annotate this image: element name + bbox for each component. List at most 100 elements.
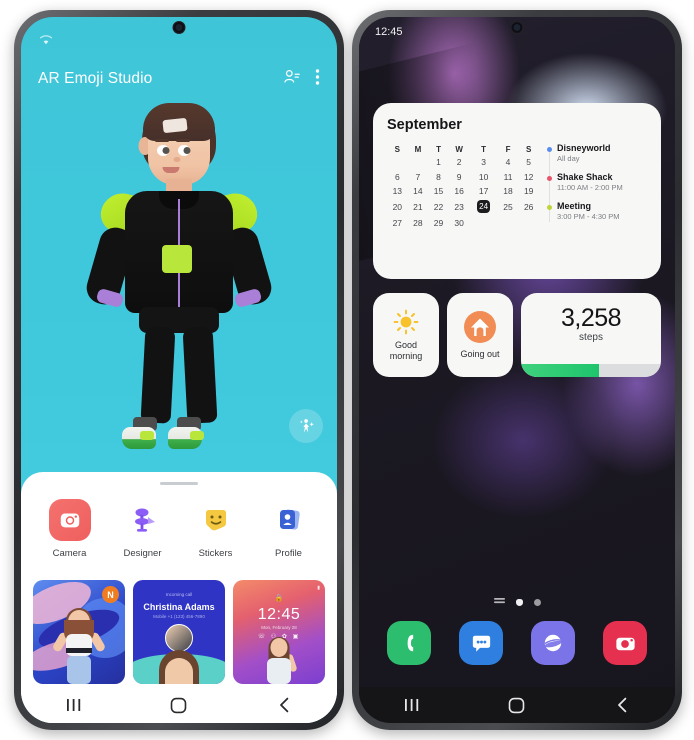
person-list-icon[interactable] — [283, 68, 301, 91]
calendar-day-cell[interactable]: 21 — [408, 198, 429, 215]
calendar-event[interactable]: Shake Shack 11:00 AM - 2:00 PM — [547, 172, 647, 192]
home-icon[interactable] — [490, 692, 544, 718]
contact-card[interactable]: Incoming call Christina Adams Mobile +1 … — [133, 580, 225, 684]
camera-app[interactable] — [603, 621, 647, 665]
calendar-day-cell[interactable]: 10 — [469, 169, 497, 183]
event-time: All day — [557, 154, 580, 163]
greeting-widget[interactable]: Good morning — [373, 293, 439, 377]
home-icon[interactable] — [152, 692, 206, 718]
dock — [359, 621, 675, 665]
apps-list-icon[interactable] — [493, 593, 505, 611]
app-shortcut-stickers[interactable]: Stickers — [183, 499, 249, 559]
calendar-day-cell[interactable]: 19 — [518, 184, 539, 198]
status-bar-time: 12:45 — [375, 26, 403, 38]
calendar-day-cell[interactable]: 26 — [518, 198, 539, 215]
calendar-day-cell[interactable]: 15 — [428, 184, 449, 198]
more-vertical-icon[interactable] — [315, 68, 320, 91]
calendar-widget[interactable]: September SMTWTFS 1 2 3 4 5 6 7 8 9 10 11 12 13 14 15 1… — [373, 103, 661, 279]
back-icon[interactable] — [595, 692, 649, 718]
calendar-month-label: September — [387, 117, 462, 133]
calendar-event[interactable]: Meeting 3:00 PM - 4:30 PM — [547, 201, 647, 221]
card-avatar-face — [165, 658, 193, 684]
avatar-jeans — [67, 656, 91, 684]
app-shortcut-designer[interactable]: Designer — [110, 499, 176, 559]
event-title: Meeting — [557, 201, 592, 211]
calendar-day-cell[interactable]: 7 — [408, 169, 429, 183]
lock-screen-card[interactable]: ▮ 🔒 12:45 Mon, February 28 ☏ ⚇ ✿ ▣ — [233, 580, 325, 684]
recents-icon[interactable] — [385, 692, 439, 718]
calendar-day-cell[interactable]: 11 — [498, 169, 519, 183]
event-color-dot — [547, 147, 552, 152]
phone-app[interactable] — [387, 621, 431, 665]
event-time: 3:00 PM - 4:30 PM — [557, 212, 620, 221]
calendar-weekday: T — [481, 144, 487, 154]
calendar-week-row: 27 28 29 30 — [387, 216, 539, 230]
calendar-day-cell[interactable]: 22 — [428, 198, 449, 215]
page-indicator-row — [359, 593, 675, 611]
card-title: Christina Adams — [143, 602, 215, 612]
left-phone-screen: AR Emoji Studio Camera Designer Stickers… — [21, 17, 337, 723]
calendar-day-cell[interactable]: 27 — [387, 216, 408, 230]
avatar-pupil-left — [162, 147, 170, 154]
calendar-day-cell[interactable]: 13 — [387, 184, 408, 198]
steps-widget[interactable]: 3,258 steps — [521, 293, 661, 377]
calendar-weekday: S — [394, 144, 400, 154]
home-dot[interactable] — [515, 598, 523, 606]
calendar-grid[interactable]: SMTWTFS 1 2 3 4 5 6 7 8 9 10 11 12 13 14 15 16 17 18 19 20 2… — [387, 143, 539, 230]
recents-icon[interactable] — [47, 692, 101, 718]
avatar-leg-left — [140, 326, 176, 424]
page-dot[interactable] — [533, 598, 541, 606]
calendar-day-cell[interactable]: 20 — [387, 198, 408, 215]
steps-progress-fill — [521, 364, 600, 377]
calendar-day-cell[interactable]: 8 — [428, 169, 449, 183]
avatar-wallpaper-card[interactable]: N — [33, 580, 125, 684]
calendar-day-cell[interactable]: 24 — [469, 198, 497, 215]
greeting-label: Good morning — [389, 340, 423, 361]
calendar-day-cell[interactable]: 28 — [408, 216, 429, 230]
calendar-day-cell[interactable]: 4 — [498, 155, 519, 169]
screenshot-stage: AR Emoji Studio Camera Designer Stickers… — [0, 0, 694, 740]
calendar-day-cell[interactable]: 25 — [498, 198, 519, 215]
calendar-day-cell[interactable]: 12 — [518, 169, 539, 183]
android-home-screen: 12:45 September SMTWTFS 1 2 3 4 5 6 7 8 9 10 11 12 1… — [359, 17, 675, 723]
calendar-week-row: 20 21 22 23 24 25 26 — [387, 198, 539, 215]
card-avatar — [51, 608, 107, 684]
calendar-empty-cell — [408, 155, 429, 169]
app-shortcut-label: Stickers — [198, 548, 233, 559]
calendar-event[interactable]: Disneyworld All day — [547, 143, 647, 163]
app-shortcut-camera[interactable]: Camera — [37, 499, 103, 559]
calendar-day-cell[interactable]: 5 — [518, 155, 539, 169]
app-shortcut-profile[interactable]: Profile — [256, 499, 322, 559]
messages-app[interactable] — [459, 621, 503, 665]
calendar-empty-cell — [387, 155, 408, 169]
card-meta: Mobile +1 (123) 456-7890 — [153, 614, 205, 619]
calendar-day-cell[interactable]: 29 — [428, 216, 449, 230]
lock-screen-date: Mon, February 28 — [261, 625, 297, 630]
calendar-day-cell[interactable]: 30 — [449, 216, 470, 230]
card-subtitle: Incoming call — [165, 592, 193, 597]
lock-screen-time: 12:45 — [257, 606, 301, 623]
calendar-day-cell[interactable]: 1 — [428, 155, 449, 169]
back-icon[interactable] — [257, 692, 311, 718]
calendar-day-cell[interactable]: 3 — [469, 155, 497, 169]
navigation-bar — [21, 687, 337, 723]
calendar-day-cell[interactable]: 18 — [498, 184, 519, 198]
front-camera-punch-hole — [510, 21, 524, 34]
avatar-bandage — [162, 117, 188, 134]
calendar-day-cell[interactable]: 6 — [387, 169, 408, 183]
routine-widget[interactable]: Going out — [447, 293, 513, 377]
calendar-day-cell[interactable]: 2 — [449, 155, 470, 169]
page-title: AR Emoji Studio — [38, 70, 153, 87]
bottom-sheet: Camera Designer Stickers Profile N Incom… — [21, 472, 337, 723]
calendar-table: SMTWTFS 1 2 3 4 5 6 7 8 9 10 11 12 13 14 15 16 17 18 19 20 2… — [387, 143, 539, 230]
person-sparkle-icon[interactable] — [289, 409, 323, 443]
internet-app[interactable] — [531, 621, 575, 665]
calendar-day-cell[interactable]: 23 — [449, 198, 470, 215]
calendar-day-cell[interactable]: 14 — [408, 184, 429, 198]
ar-emoji-avatar[interactable] — [21, 95, 337, 465]
calendar-day-cell[interactable]: 9 — [449, 169, 470, 183]
calendar-day-cell[interactable]: 16 — [449, 184, 470, 198]
calendar-day-cell[interactable]: 17 — [469, 184, 497, 198]
camera-icon — [615, 637, 635, 650]
event-title: Disneyworld — [557, 143, 611, 153]
